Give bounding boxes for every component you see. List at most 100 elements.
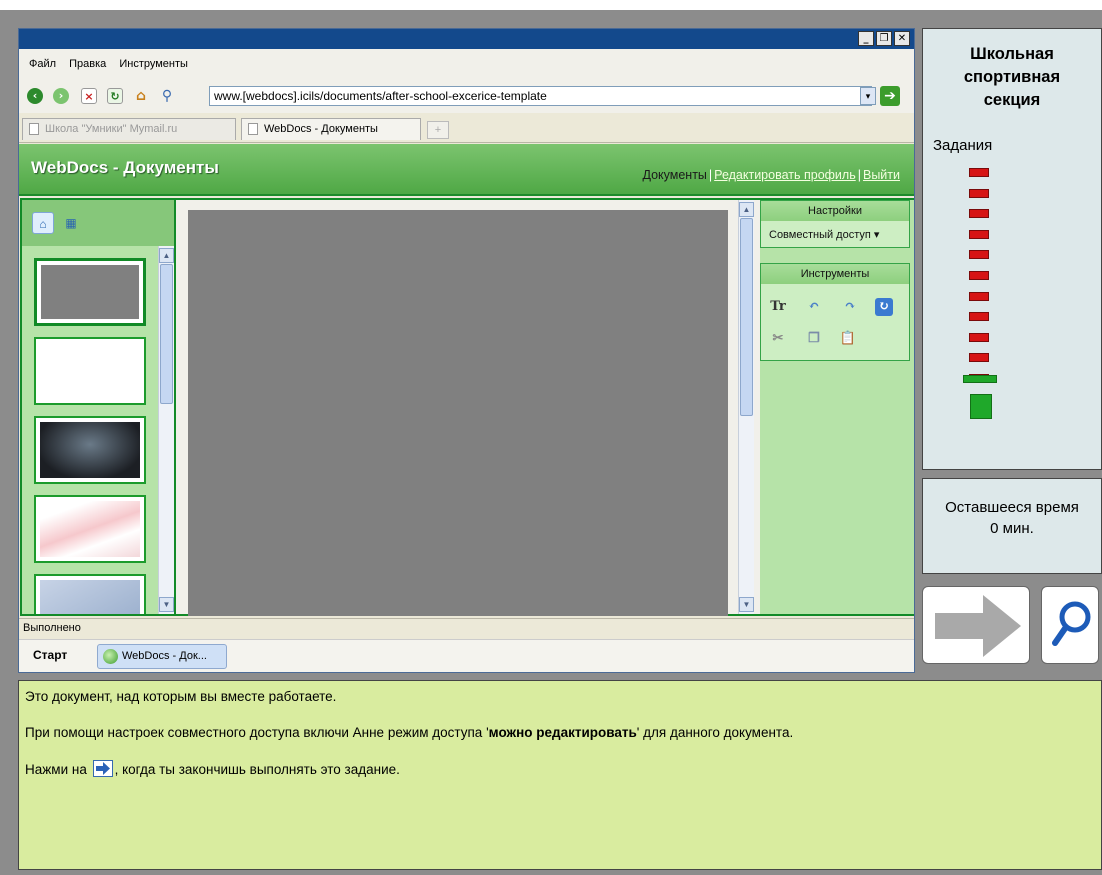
magnifier-icon (1052, 601, 1091, 646)
documents-link[interactable]: Документы (642, 168, 706, 182)
instruction-line-2: При помощи настроек совместного доступа … (25, 725, 794, 740)
completed-task-indicator (969, 168, 989, 177)
test-side-panel: Школьная спортивная секция Задания (922, 28, 1102, 470)
scroll-down-icon[interactable]: ▼ (739, 597, 754, 612)
grid-view-icon[interactable]: ▦ (60, 212, 82, 234)
thumbnails-scrollbar[interactable]: ▲ ▼ (158, 246, 174, 614)
completed-task-indicator (969, 332, 989, 342)
tasks-label: Задания (933, 137, 993, 154)
document-page[interactable] (188, 210, 728, 616)
arrow-right-icon (935, 595, 1021, 657)
top-frame-border (0, 0, 1102, 10)
copy-icon[interactable]: ❐ (805, 330, 823, 348)
time-remaining-value: 0 мин. (990, 520, 1034, 537)
completed-task-indicator (969, 229, 989, 239)
current-task-indicator (963, 375, 997, 383)
next-task-button[interactable] (922, 586, 1030, 664)
time-remaining-box: Оставшееся время 0 мин. (922, 478, 1102, 574)
thumbnails-toolbar: ⌂ ▦ (22, 200, 174, 246)
time-remaining-label: Оставшееся время (945, 499, 1079, 516)
new-tab-button[interactable]: + (427, 121, 449, 139)
side-tools-panel: Настройки Совместный доступ ▾ Инструмент… (760, 198, 914, 616)
refresh-icon[interactable]: ↻ (875, 298, 893, 316)
logout-link[interactable]: Выйти (863, 168, 900, 182)
edit-profile-link[interactable]: Редактировать профиль (714, 168, 856, 182)
browser-window: _ ❐ ✕ Файл Правка Инструменты ‹ › × ↻ ⌂ … (18, 28, 915, 673)
paste-icon[interactable]: 📋 (839, 330, 857, 348)
refresh-icon[interactable]: ↻ (107, 88, 123, 104)
window-titlebar: _ ❐ ✕ (19, 29, 914, 49)
minimize-button[interactable]: _ (858, 31, 874, 46)
tools-box: Инструменты Tr ↶ ↷ ↻ ✂ ❐ 📋 (760, 263, 910, 361)
menu-tools[interactable]: Инструменты (119, 49, 188, 79)
completed-task-indicator (969, 188, 989, 198)
scroll-thumb[interactable] (740, 218, 753, 416)
browser-icon (103, 649, 118, 664)
close-button[interactable]: ✕ (894, 31, 910, 46)
navigation-bar: ‹ › × ↻ ⌂ ⚲ www.[webdocs].icils/document… (19, 79, 914, 113)
tab-webdocs[interactable]: WebDocs - Документы (241, 118, 421, 140)
sharing-dropdown[interactable]: Совместный доступ ▾ (761, 221, 909, 248)
scroll-down-icon[interactable]: ▼ (159, 597, 174, 612)
next-task-indicator (970, 394, 992, 419)
stop-icon[interactable]: × (81, 88, 97, 104)
slide-thumbnail-4[interactable] (34, 495, 146, 563)
completed-task-indicator (969, 209, 989, 219)
document-icon (29, 123, 39, 135)
tab-bar: Школа "Умники" Mymail.ru WebDocs - Докум… (19, 113, 914, 143)
home-icon[interactable]: ⌂ (133, 88, 149, 104)
tab-mymail[interactable]: Школа "Умники" Mymail.ru (22, 118, 236, 140)
tab-mymail-label: Школа "Умники" Mymail.ru (45, 123, 178, 135)
menu-bar: Файл Правка Инструменты (19, 49, 914, 79)
forward-icon[interactable]: › (53, 88, 69, 104)
address-bar[interactable]: www.[webdocs].icils/documents/after-scho… (209, 86, 872, 106)
app-title: WebDocs - Документы (31, 158, 219, 177)
taskbar-webdocs-item[interactable]: WebDocs - Док... (97, 644, 227, 669)
address-dropdown-icon[interactable]: ▾ (860, 87, 876, 105)
scroll-thumb[interactable] (160, 264, 173, 404)
slide-thumbnail-1[interactable] (34, 258, 146, 326)
access-mode-text: можно редактировать (488, 725, 637, 740)
tab-webdocs-label: WebDocs - Документы (264, 123, 378, 135)
settings-box: Настройки Совместный доступ ▾ (760, 200, 910, 248)
task-instructions: Это документ, над которым вы вместе рабо… (18, 680, 1102, 870)
document-icon (248, 123, 258, 135)
instruction-line-1: Это документ, над которым вы вместе рабо… (25, 689, 337, 704)
slide-thumbnail-2[interactable] (34, 337, 146, 405)
search-icon[interactable]: ⚲ (159, 88, 175, 104)
completed-task-indicator (969, 353, 989, 363)
back-icon[interactable]: ‹ (27, 88, 43, 104)
completed-task-indicator (969, 250, 989, 260)
go-button[interactable]: ➔ (880, 86, 900, 106)
app-nav-links: Документы | Редактировать профиль | Выйти (642, 168, 900, 182)
completed-task-indicator (969, 271, 989, 280)
menu-edit[interactable]: Правка (69, 49, 106, 79)
app-header: WebDocs - Документы Документы | Редактиров… (19, 144, 914, 196)
completed-task-indicator (969, 291, 989, 301)
taskbar-item-label: WebDocs - Док... (122, 650, 207, 662)
status-bar: Выполнено (19, 618, 914, 638)
taskbar: Старт WebDocs - Док... (19, 639, 914, 672)
menu-file[interactable]: Файл (29, 49, 56, 79)
settings-header: Настройки (761, 201, 909, 221)
scroll-up-icon[interactable]: ▲ (739, 202, 754, 217)
cut-icon[interactable]: ✂ (769, 330, 787, 348)
completed-task-indicator (969, 312, 989, 322)
document-scrollbar[interactable]: ▲ ▼ (738, 200, 754, 614)
scroll-up-icon[interactable]: ▲ (159, 248, 174, 263)
restore-button[interactable]: ❐ (876, 31, 892, 46)
slide-thumbnail-3[interactable] (34, 416, 146, 484)
slide-thumbnail-5[interactable] (34, 574, 146, 614)
module-title: Школьная спортивная секция (963, 45, 1061, 109)
start-button[interactable]: Старт (33, 648, 67, 662)
single-view-icon[interactable]: ⌂ (32, 212, 54, 234)
text-format-icon[interactable]: Tr (769, 298, 787, 316)
document-canvas: ▲ ▼ (176, 198, 760, 616)
undo-icon[interactable]: ↶ (805, 298, 823, 316)
redo-icon[interactable]: ↷ (841, 298, 859, 316)
instruction-line-3: Нажми на , когда ты закончишь выполнять … (25, 760, 400, 777)
arrow-right-icon (92, 760, 113, 777)
tools-header: Инструменты (761, 264, 909, 284)
slide-thumbnails-panel: ⌂ ▦ ▲ ▼ (20, 198, 176, 616)
zoom-search-button[interactable] (1041, 586, 1099, 664)
